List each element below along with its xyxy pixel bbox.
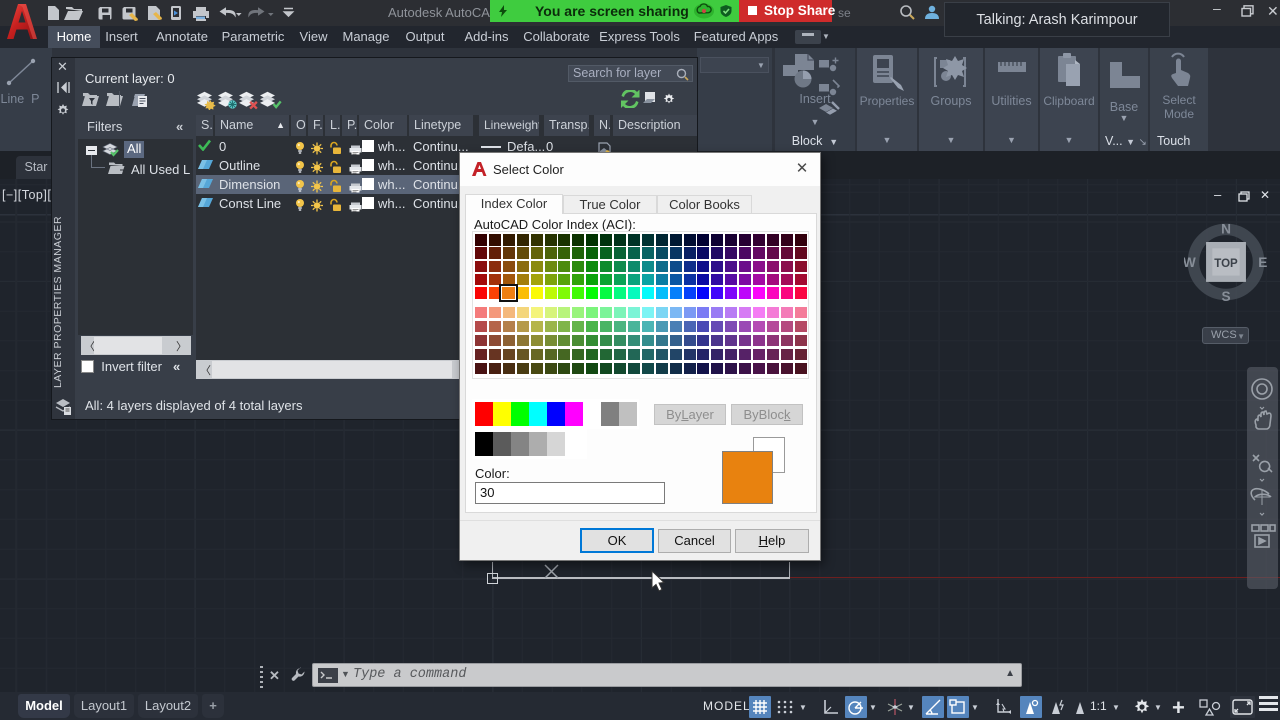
svg-text:TOP: TOP bbox=[1214, 258, 1238, 270]
svg-text:N: N bbox=[1221, 222, 1231, 237]
svg-text:S: S bbox=[1221, 289, 1230, 304]
svg-text:W: W bbox=[1184, 255, 1196, 270]
svg-text:E: E bbox=[1258, 255, 1267, 270]
